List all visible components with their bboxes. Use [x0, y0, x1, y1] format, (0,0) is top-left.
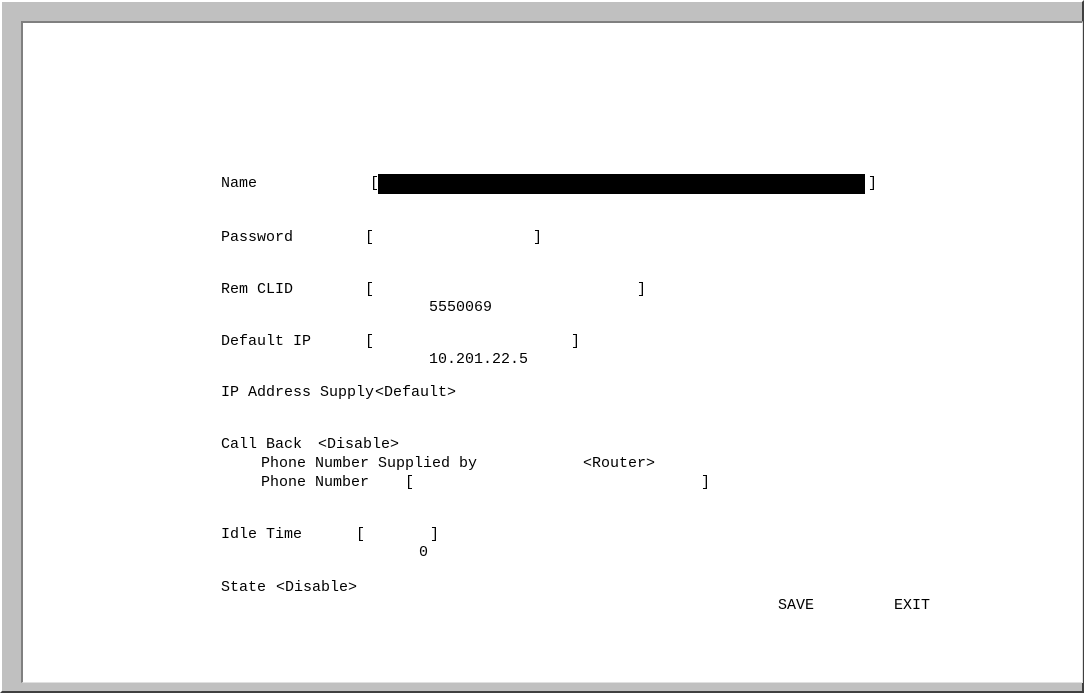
window-frame: Name [ Charlie ] Password [ ] Rem CLID [… — [0, 0, 1084, 693]
phone-supplied-by-label: Phone Number Supplied by — [261, 455, 478, 472]
idle-time-open-bracket: [ — [356, 526, 366, 543]
state-label: State — [221, 579, 267, 596]
idle-time-close-bracket: ] — [430, 526, 440, 543]
phone-number-open-bracket: [ — [405, 474, 415, 491]
call-back-option[interactable]: <Disable> — [318, 436, 399, 454]
rem-clid-open-bracket: [ — [365, 281, 375, 298]
idle-time-field[interactable]: 0 — [365, 526, 429, 580]
name-label: Name — [221, 175, 258, 192]
password-field[interactable] — [375, 229, 535, 283]
phone-number-field[interactable] — [415, 474, 697, 528]
default-ip-value: 10.201.22.5 — [429, 351, 529, 368]
idle-time-label: Idle Time — [221, 526, 303, 543]
ip-address-supply-option[interactable]: <Default> — [375, 384, 456, 402]
call-back-label: Call Back — [221, 436, 303, 453]
default-ip-close-bracket: ] — [571, 333, 581, 350]
rem-clid-label: Rem CLID — [221, 281, 294, 298]
rem-clid-field[interactable]: 5550069 — [375, 281, 633, 335]
password-close-bracket: ] — [533, 229, 543, 246]
name-value: Charlie — [432, 195, 496, 212]
default-ip-open-bracket: [ — [365, 333, 375, 350]
phone-number-label: Phone Number — [261, 474, 370, 491]
phone-number-close-bracket: ] — [701, 474, 711, 491]
rem-clid-value: 5550069 — [429, 299, 493, 316]
exit-button[interactable]: EXIT — [894, 597, 930, 615]
ip-address-supply-label: IP Address Supply — [221, 384, 375, 401]
name-field[interactable]: Charlie — [378, 174, 865, 212]
save-button[interactable]: SAVE — [778, 597, 814, 615]
password-open-bracket: [ — [365, 229, 375, 246]
password-label: Password — [221, 229, 294, 246]
rem-clid-close-bracket: ] — [637, 281, 647, 298]
default-ip-label: Default IP — [221, 333, 312, 350]
phone-supplied-by-option[interactable]: <Router> — [583, 455, 655, 473]
default-ip-field[interactable]: 10.201.22.5 — [375, 333, 569, 387]
idle-time-value: 0 — [419, 544, 429, 561]
state-option[interactable]: <Disable> — [276, 579, 357, 597]
terminal-screen: Name [ Charlie ] Password [ ] Rem CLID [… — [21, 21, 1083, 683]
name-close-bracket: ] — [868, 175, 878, 192]
